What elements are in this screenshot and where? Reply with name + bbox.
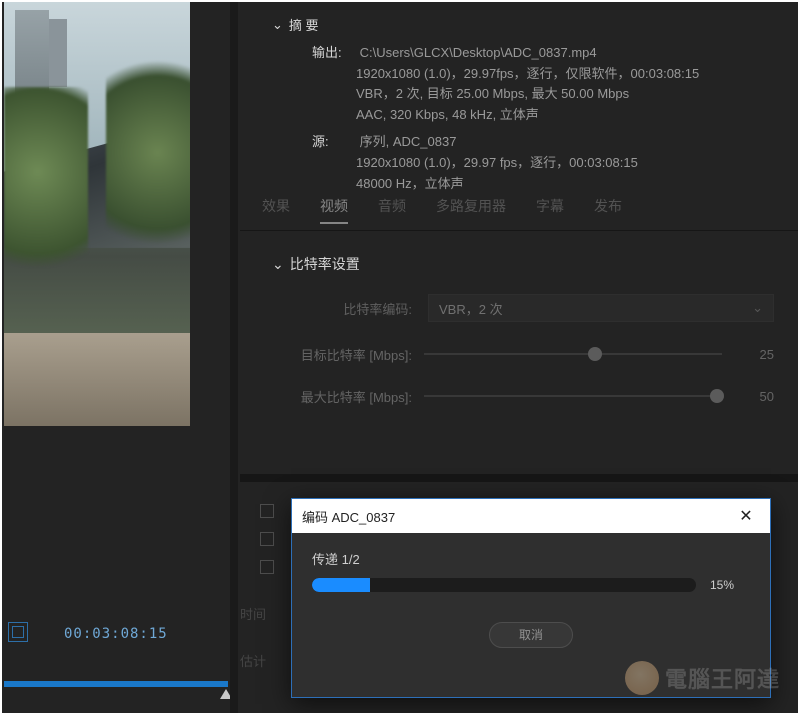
max-bitrate-thumb[interactable] bbox=[710, 389, 724, 403]
panel-divider[interactable] bbox=[230, 2, 238, 713]
bitrate-encoding-value: VBR，2 次 bbox=[439, 299, 503, 318]
target-bitrate-value[interactable]: 25 bbox=[734, 347, 774, 362]
output-spec-1: 1920x1080 (1.0)，29.97fps，逐行，仅限软件，00:03:0… bbox=[272, 64, 778, 85]
source-label: 源: bbox=[312, 132, 356, 153]
tab-captions[interactable]: 字幕 bbox=[536, 196, 564, 224]
bitrate-encoding-label: 比特率编码: bbox=[272, 299, 412, 318]
source-spec-2: 48000 Hz，立体声 bbox=[272, 174, 778, 195]
timecode-display[interactable]: 00:03:08:15 bbox=[64, 626, 168, 642]
bitrate-section: ⌄ 比特率设置 比特率编码: VBR，2 次 目标比特率 [Mbps]: 25 最… bbox=[272, 254, 774, 428]
encoding-progress-fill bbox=[312, 578, 370, 592]
bitrate-section-title: 比特率设置 bbox=[290, 256, 360, 272]
tab-multiplexer[interactable]: 多路复用器 bbox=[436, 196, 506, 224]
section-divider bbox=[240, 474, 798, 482]
max-bitrate-label: 最大比特率 [Mbps]: bbox=[272, 387, 412, 406]
timeline-scrubber[interactable] bbox=[4, 681, 228, 687]
checkbox-3[interactable] bbox=[260, 560, 274, 574]
chevron-down-icon[interactable]: ⌄ bbox=[272, 256, 284, 272]
target-bitrate-slider[interactable] bbox=[424, 344, 722, 364]
checkbox-2[interactable] bbox=[260, 532, 274, 546]
extra-labels: 时间 估计 bbox=[240, 604, 266, 698]
dialog-title: 编码 ADC_0837 bbox=[302, 507, 395, 526]
encoding-pass-label: 传递 1/2 bbox=[312, 549, 750, 568]
output-spec-3: AAC, 320 Kbps, 48 kHz, 立体声 bbox=[272, 105, 778, 126]
encoding-progress-bar bbox=[312, 578, 696, 592]
encoding-progress-dialog: 编码 ADC_0837 ✕ 传递 1/2 15% 取消 bbox=[291, 498, 771, 698]
summary-title: 摘 要 bbox=[289, 18, 319, 33]
cancel-button[interactable]: 取消 bbox=[489, 622, 573, 648]
encoding-progress-percent: 15% bbox=[710, 578, 750, 592]
preview-panel: 00:03:08:15 bbox=[2, 2, 230, 713]
bitrate-encoding-dropdown[interactable]: VBR，2 次 bbox=[428, 294, 774, 322]
output-label: 输出: bbox=[312, 43, 356, 64]
summary-section: ⌄ 摘 要 输出: C:\Users\GLCX\Desktop\ADC_0837.… bbox=[272, 16, 778, 194]
source-preview-image bbox=[4, 2, 190, 426]
divider bbox=[240, 230, 798, 231]
time-row-label: 时间 bbox=[240, 604, 266, 623]
tab-publish[interactable]: 发布 bbox=[594, 196, 622, 224]
thumbnail-mode-icon[interactable] bbox=[8, 622, 28, 642]
source-name: 序列, ADC_0837 bbox=[360, 134, 457, 149]
timeline-fill bbox=[4, 681, 228, 687]
dialog-titlebar[interactable]: 编码 ADC_0837 ✕ bbox=[292, 499, 770, 533]
lower-options bbox=[260, 504, 274, 588]
tab-video[interactable]: 视频 bbox=[320, 196, 348, 224]
tab-effects[interactable]: 效果 bbox=[262, 196, 290, 224]
tab-audio[interactable]: 音频 bbox=[378, 196, 406, 224]
max-bitrate-slider[interactable] bbox=[424, 386, 722, 406]
checkbox-1[interactable] bbox=[260, 504, 274, 518]
target-bitrate-label: 目标比特率 [Mbps]: bbox=[272, 345, 412, 364]
output-spec-2: VBR，2 次, 目标 25.00 Mbps, 最大 50.00 Mbps bbox=[272, 84, 778, 105]
source-spec-1: 1920x1080 (1.0)，29.97 fps，逐行，00:03:08:15 bbox=[272, 153, 778, 174]
estimate-row-label: 估计 bbox=[240, 651, 266, 670]
output-path: C:\Users\GLCX\Desktop\ADC_0837.mp4 bbox=[360, 45, 597, 60]
max-bitrate-value[interactable]: 50 bbox=[734, 389, 774, 404]
chevron-down-icon[interactable]: ⌄ bbox=[272, 15, 283, 36]
target-bitrate-thumb[interactable] bbox=[588, 347, 602, 361]
close-icon[interactable]: ✕ bbox=[732, 506, 760, 526]
